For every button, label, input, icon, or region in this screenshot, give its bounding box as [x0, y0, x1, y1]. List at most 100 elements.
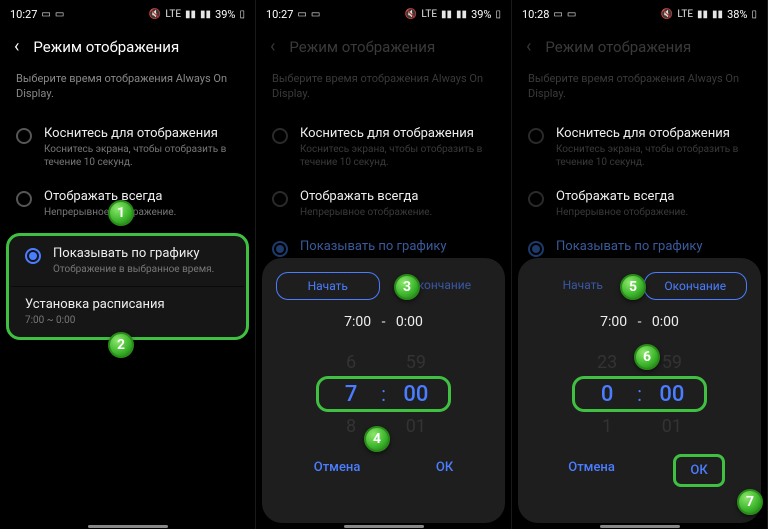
page-subtitle: Выберите время отображения Always On Dis… — [256, 71, 511, 116]
tab-end[interactable]: Окончание — [644, 272, 748, 300]
battery-pct: 39% — [471, 8, 491, 21]
statusbar: 10:27 ▭ ▭ 🔇 LTE ▮▮ ▮▮ 39% ▯ — [0, 0, 255, 28]
min-current[interactable]: 00 — [403, 376, 428, 412]
option-sublabel: Коснитесь экрана, чтобы отобразить в теч… — [44, 143, 239, 169]
radio-icon[interactable] — [25, 248, 41, 264]
radio-icon — [272, 241, 288, 257]
clock: 10:28 — [522, 8, 549, 21]
radio-icon — [528, 128, 544, 144]
radio-icon — [528, 191, 544, 207]
hour-prev[interactable]: 6 — [346, 348, 356, 376]
range-sep: - — [638, 314, 642, 330]
colon: : — [637, 382, 642, 406]
min-next[interactable]: 01 — [662, 412, 682, 440]
signal-icon: ▮▮ — [441, 9, 452, 20]
radio-icon — [528, 241, 544, 257]
min-current[interactable]: 00 — [659, 376, 684, 412]
option-schedule[interactable]: Показывать по графику Отображение в выбр… — [9, 236, 246, 286]
badge-1: 1 — [108, 200, 134, 226]
statusbar: 10:28 ▭ ▭ 🔇 LTE ▮▮ ▮▮ 38% ▯ — [512, 0, 767, 28]
min-prev[interactable]: 59 — [662, 348, 682, 376]
notif-icon: ▭ — [297, 9, 306, 20]
min-next[interactable]: 01 — [406, 412, 426, 440]
range-to: 0:00 — [396, 314, 423, 330]
screen-3: 10:28 ▭ ▭ 🔇 LTE ▮▮ ▮▮ 38% ▯ ‹ Режим отоб… — [512, 0, 768, 529]
min-prev[interactable]: 59 — [406, 348, 426, 376]
statusbar: 10:27 ▭ ▭ 🔇 LTE ▮▮ ▮▮ 39% ▯ — [256, 0, 511, 28]
notif-icon-2: ▭ — [567, 9, 576, 20]
option-label: Коснитесь для отображения — [300, 126, 495, 141]
badge-6: 6 — [634, 344, 660, 370]
hour-current[interactable]: 7 — [345, 376, 358, 412]
option-sublabel: Коснитесь экрана, чтобы отобразить в теч… — [300, 143, 495, 169]
header: ‹ Режим отображения — [256, 28, 511, 71]
cancel-button[interactable]: Отмена — [300, 454, 375, 481]
clock: 10:27 — [266, 8, 293, 21]
option-label: Отображать всегда — [556, 189, 688, 204]
navbar — [0, 523, 255, 529]
option-label: Показывать по графику — [556, 239, 703, 254]
range-from: 7:00 — [600, 314, 627, 330]
cancel-button[interactable]: Отмена — [554, 454, 629, 487]
ok-button[interactable]: ОК — [673, 454, 724, 487]
option-sublabel: Коснитесь экрана, чтобы отобразить в теч… — [556, 143, 751, 169]
time-range: 7:00 - 0:00 — [532, 314, 747, 330]
time-range: 7:00 - 0:00 — [276, 314, 491, 330]
signal-icon: ▮▮ — [185, 9, 196, 20]
tab-start[interactable]: Начать — [276, 272, 380, 300]
mute-icon: 🔇 — [149, 9, 161, 20]
option-label: Отображать всегда — [300, 189, 432, 204]
lte-icon: LTE — [165, 9, 181, 20]
lte-icon: LTE — [677, 9, 693, 20]
hour-prev[interactable]: 23 — [597, 348, 617, 376]
badge-5: 5 — [620, 274, 646, 300]
header: ‹ Режим отображения — [512, 28, 767, 71]
option-sublabel: Непрерывное отображение. — [300, 206, 432, 219]
radio-icon[interactable] — [16, 191, 32, 207]
schedule-range: 7:00 ~ 0:00 — [25, 314, 230, 327]
option-label: Показывать по графику — [53, 246, 214, 261]
page-subtitle: Выберите время отображения Always On Dis… — [0, 71, 255, 116]
minute-column[interactable]: 59 00 01 — [392, 348, 440, 440]
header: ‹ Режим отображения — [0, 28, 255, 71]
radio-icon — [272, 128, 288, 144]
time-picker[interactable]: 6 7 8 : 59 00 01 — [276, 348, 491, 440]
radio-icon[interactable] — [16, 128, 32, 144]
signal-icon-2: ▮▮ — [456, 9, 467, 20]
schedule-label: Установка расписания — [25, 297, 230, 312]
hour-current[interactable]: 0 — [601, 376, 614, 412]
back-icon: ‹ — [270, 36, 275, 57]
hour-next[interactable]: 8 — [346, 412, 356, 440]
page-subtitle: Выберите время отображения Always On Dis… — [512, 71, 767, 116]
clock: 10:27 — [10, 8, 37, 21]
radio-icon — [272, 191, 288, 207]
battery-icon: ▯ — [751, 9, 757, 20]
back-icon: ‹ — [526, 36, 531, 57]
tab-start[interactable]: Начать — [532, 272, 634, 300]
hour-next[interactable]: 1 — [602, 412, 612, 440]
mute-icon: 🔇 — [405, 9, 417, 20]
badge-3: 3 — [394, 274, 420, 300]
ok-button[interactable]: ОК — [422, 454, 467, 481]
option-tap-to-show[interactable]: Коснитесь для отображения Коснитесь экра… — [0, 116, 255, 179]
notif-icon: ▭ — [41, 9, 50, 20]
navbar — [512, 523, 767, 529]
notif-icon-2: ▭ — [311, 9, 320, 20]
page-title: Режим отображения — [289, 38, 435, 56]
signal-icon-2: ▮▮ — [712, 9, 723, 20]
option-label: Коснитесь для отображения — [556, 126, 751, 141]
notif-icon-2: ▭ — [55, 9, 64, 20]
signal-icon: ▮▮ — [697, 9, 708, 20]
navbar — [256, 523, 511, 529]
option-sublabel: Отображение в выбранное время. — [53, 263, 214, 276]
hour-column[interactable]: 6 7 8 — [327, 348, 375, 440]
option-tap-dim: Коснитесь для отображения Коснитесь экра… — [512, 116, 767, 179]
range-from: 7:00 — [344, 314, 371, 330]
schedule-row[interactable]: Установка расписания 7:00 ~ 0:00 — [9, 287, 246, 337]
back-icon[interactable]: ‹ — [14, 36, 19, 57]
hour-column[interactable]: 23 0 1 — [583, 348, 631, 440]
badge-2: 2 — [108, 332, 134, 358]
notif-icon: ▭ — [553, 9, 562, 20]
time-picker[interactable]: 23 0 1 : 59 00 01 6 — [532, 348, 747, 440]
option-label: Показывать по графику — [300, 239, 447, 254]
